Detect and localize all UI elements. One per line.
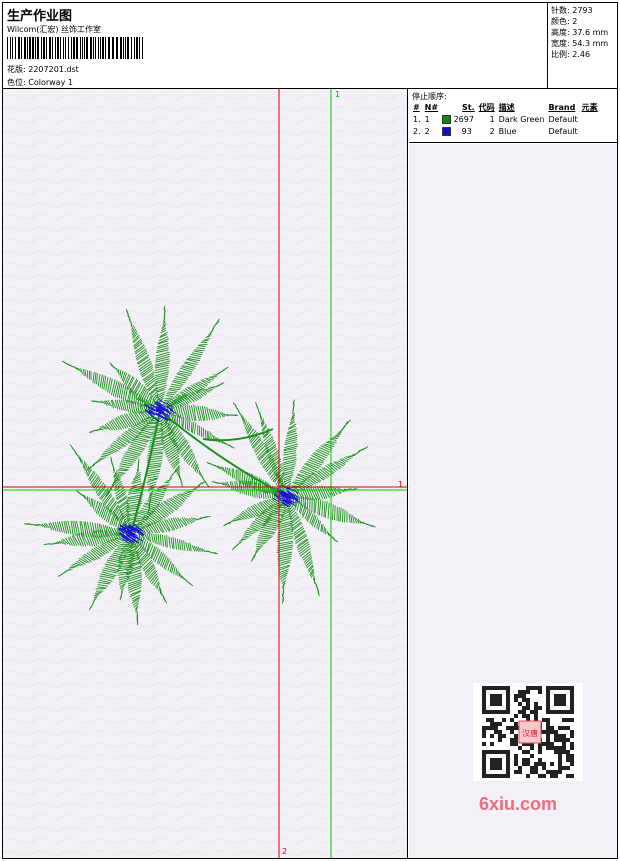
stop-sequence-panel: 停止顺序: # N# St. 代码 描述 Brand 元素 1. 1 2697	[409, 89, 617, 143]
design-label: 花版:	[7, 65, 26, 74]
table-header: # N# St. 代码 描述 Brand 元素	[411, 101, 600, 113]
production-sheet: 生产作业图 Wilcom(汇宏) 丝饰工作室 花版: 2207201.dst 色…	[2, 2, 618, 859]
qr-code-icon: 汉唐	[473, 683, 583, 781]
col-element: 元素	[581, 102, 598, 112]
stat-height: 高度: 37.6 mm	[551, 28, 609, 37]
brand-watermark: 6xiu.com	[479, 794, 558, 814]
design-value: 2207201.dst	[28, 65, 79, 74]
guide-label-bottom: 2	[282, 847, 288, 856]
table-row[interactable]: 2. 2 93 2 Blue Default	[411, 125, 600, 137]
colorway-value: Colorway 1	[28, 78, 73, 87]
stat-stitches: 针数: 2793	[551, 6, 593, 15]
stat-colors: 颜色: 2	[551, 17, 578, 26]
header-panel: 生产作业图 Wilcom(汇宏) 丝饰工作室 花版: 2207201.dst 色…	[3, 3, 548, 89]
col-n: N#	[424, 102, 439, 112]
stat-width: 宽度: 54.3 mm	[551, 39, 609, 48]
color-swatch	[442, 114, 452, 124]
color-swatch	[442, 126, 452, 136]
colorway-label: 色位:	[7, 78, 26, 87]
col-description: 描述	[498, 102, 515, 112]
col-brand: Brand	[548, 102, 576, 112]
stat-scale: 比例: 2.46	[551, 50, 591, 59]
guide-label-right: 1	[398, 480, 404, 489]
colorway: 色位: Colorway 1	[7, 77, 73, 88]
svg-text:汉唐: 汉唐	[522, 728, 538, 738]
guide-label-top: 1	[335, 90, 341, 99]
col-index: #	[413, 102, 420, 112]
design-file: 花版: 2207201.dst	[7, 64, 79, 75]
studio-subtitle: Wilcom(汇宏) 丝饰工作室	[7, 25, 102, 34]
embroidery-preview	[3, 89, 407, 858]
design-canvas[interactable]: 1 2 1	[3, 89, 408, 858]
stats-panel: 针数: 2793 颜色: 2 高度: 37.6 mm 宽度: 54.3 mm 比…	[548, 3, 617, 89]
col-stitches: St.	[462, 102, 475, 112]
table-row[interactable]: 1. 1 2697 1 Dark Green Default	[411, 113, 600, 125]
page-title: 生产作业图	[7, 9, 73, 24]
barcode-icon	[7, 37, 143, 59]
col-code: 代码	[478, 102, 495, 112]
stop-sequence-table: # N# St. 代码 描述 Brand 元素 1. 1 2697 1 Dark…	[411, 101, 600, 137]
